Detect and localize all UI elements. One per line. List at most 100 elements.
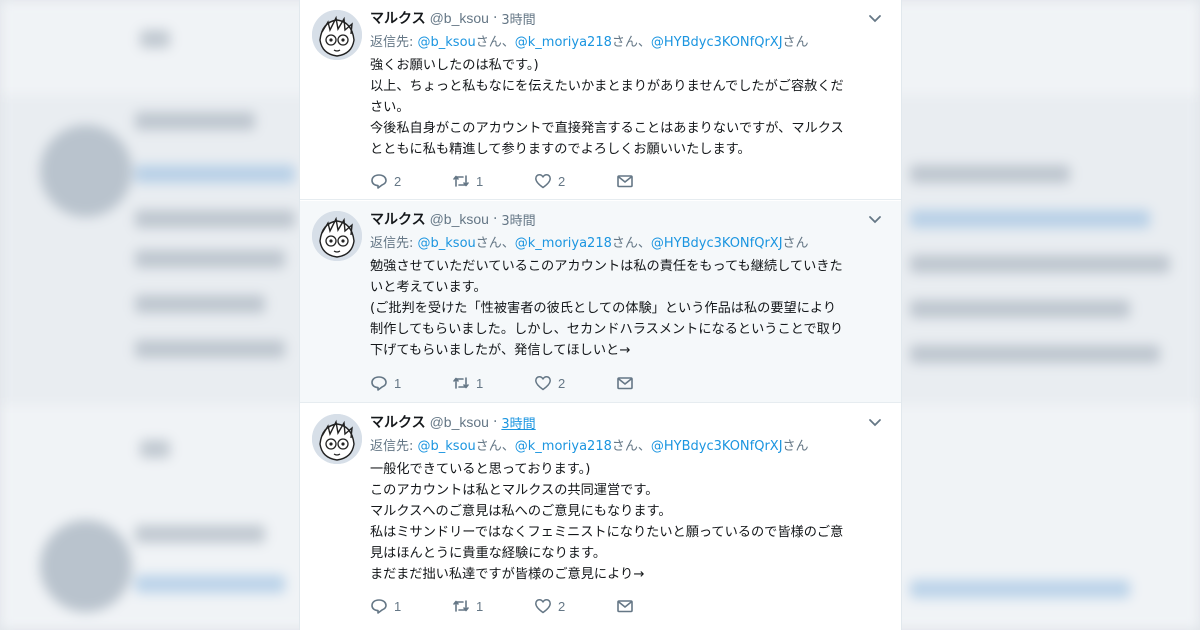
tweet-text: 勉強させていただいているこのアカウントは私の責任をもっても継続していきた いと考… — [370, 256, 887, 361]
tweet-text-line: このアカウントは私とマルクスの共同運営です。 — [370, 483, 659, 498]
avatar[interactable] — [312, 211, 362, 261]
like-count: 2 — [558, 173, 566, 189]
separator: · — [492, 211, 498, 227]
like-button[interactable]: 2 — [534, 597, 616, 615]
reply-button[interactable]: 2 — [370, 172, 452, 190]
tweet-menu-button[interactable] — [867, 414, 887, 430]
reply-button[interactable]: 1 — [370, 597, 452, 615]
direct-message-button[interactable] — [616, 597, 646, 615]
tweet-text-line: 私はミサンドリーではなくフェミニストになりたいと願っているので皆様のご意 — [370, 525, 844, 540]
envelope-icon — [617, 600, 633, 613]
mention-suffix: さん、 — [611, 236, 651, 251]
tweet-text-line: 一般化できていると思っております。) — [370, 462, 591, 477]
mention-link[interactable]: @b_ksou — [418, 439, 476, 454]
chevron-down-icon — [869, 216, 881, 224]
tweet-text-line: 強くお願いしたのは私です。) — [370, 58, 539, 73]
reply-icon — [371, 376, 387, 391]
tweet-menu-button[interactable] — [867, 10, 887, 26]
mention-link[interactable]: @HYBdyc3KONfQrXJ — [651, 236, 783, 251]
reply-icon — [371, 599, 387, 614]
retweet-button[interactable]: 1 — [452, 374, 534, 392]
heart-icon — [535, 376, 551, 391]
tweet[interactable]: マルクス @b_ksou · 3時間 返信先: @b_ksouさん、@k_mor… — [300, 0, 901, 200]
like-button[interactable]: 2 — [534, 172, 616, 190]
reply-button[interactable]: 1 — [370, 374, 452, 392]
avatar-illustration-icon — [312, 10, 362, 60]
tweet-text-line: さい。 — [370, 100, 410, 115]
like-count: 2 — [558, 375, 566, 391]
mention-link[interactable]: @HYBdyc3KONfQrXJ — [651, 439, 783, 454]
timestamp[interactable]: 3時間 — [501, 9, 535, 28]
display-name[interactable]: マルクス — [370, 209, 426, 229]
user-handle[interactable]: @b_ksou — [430, 414, 489, 430]
display-name[interactable]: マルクス — [370, 412, 426, 432]
mention-link[interactable]: @k_moriya218 — [515, 35, 612, 50]
mention-suffix: さん、 — [475, 35, 515, 50]
separator: · — [492, 414, 498, 430]
separator: · — [492, 10, 498, 26]
reply-context: 返信先: @b_ksouさん、@k_moriya218さん、@HYBdyc3KO… — [370, 31, 887, 51]
reply-context: 返信先: @b_ksouさん、@k_moriya218さん、@HYBdyc3KO… — [370, 232, 887, 252]
tweet-text-line: いと考えています。 — [370, 280, 487, 295]
tweet-text-line: マルクスへのご意見は私へのご意見にもなります。 — [370, 504, 672, 519]
reply-context: 返信先: @b_ksouさん、@k_moriya218さん、@HYBdyc3KO… — [370, 435, 887, 455]
timestamp[interactable]: 3時間 — [501, 413, 535, 432]
tweet-actions: 1 1 2 — [370, 595, 646, 617]
mention-link[interactable]: @b_ksou — [418, 35, 476, 50]
like-button[interactable]: 2 — [534, 374, 616, 392]
chevron-down-icon — [869, 419, 881, 427]
like-count: 2 — [558, 598, 566, 614]
direct-message-button[interactable] — [616, 172, 646, 190]
tweet-text-line: 今後私自身がこのアカウントで直接発言することはあまりないですが、マルクス — [370, 121, 844, 136]
mention-suffix: さん、 — [475, 439, 515, 454]
tweet[interactable]: マルクス @b_ksou · 3時間 返信先: @b_ksouさん、@k_mor… — [300, 404, 901, 630]
mention-suffix: さん、 — [611, 35, 651, 50]
tweet-menu-button[interactable] — [867, 211, 887, 227]
user-handle[interactable]: @b_ksou — [430, 211, 489, 227]
retweet-button[interactable]: 1 — [452, 172, 534, 190]
reply-count: 1 — [394, 598, 402, 614]
retweet-count: 1 — [476, 598, 484, 614]
mention-suffix: さん — [782, 35, 809, 50]
timeline: マルクス @b_ksou · 3時間 返信先: @b_ksouさん、@k_mor… — [299, 0, 902, 630]
tweet-actions: 1 1 2 — [370, 372, 646, 394]
tweet-text-line: まだまだ拙い私達ですが皆様のご意見により→ — [370, 567, 645, 582]
direct-message-button[interactable] — [616, 374, 646, 392]
avatar-illustration-icon — [312, 211, 362, 261]
avatar[interactable] — [312, 10, 362, 60]
mention-link[interactable]: @k_moriya218 — [515, 236, 612, 251]
tweet-text-line: 勉強させていただいているこのアカウントは私の責任をもっても継続していきた — [370, 259, 843, 274]
tweet-text-line: (ご批判を受けた「性被害者の彼氏としての体験」という作品は私の要望により — [370, 301, 837, 316]
mention-link[interactable]: @HYBdyc3KONfQrXJ — [651, 35, 783, 50]
tweet-actions: 2 1 2 — [370, 170, 646, 192]
mention-suffix: さん、 — [475, 236, 515, 251]
reply-count: 2 — [394, 173, 402, 189]
mention-link[interactable]: @b_ksou — [418, 236, 476, 251]
retweet-count: 1 — [476, 173, 484, 189]
tweet-text-line: 見はほんとうに貴重な経験になります。 — [370, 546, 607, 561]
avatar-illustration-icon — [312, 414, 362, 464]
display-name[interactable]: マルクス — [370, 8, 426, 28]
tweet-text: 一般化できていると思っております。) このアカウントは私とマルクスの共同運営です… — [370, 459, 887, 585]
timestamp[interactable]: 3時間 — [501, 210, 535, 229]
reply-icon — [371, 174, 387, 189]
retweet-count: 1 — [476, 375, 484, 391]
envelope-icon — [617, 377, 633, 390]
reply-label: 返信先: — [370, 35, 418, 50]
envelope-icon — [617, 175, 633, 188]
mention-suffix: さん — [782, 236, 809, 251]
tweet-text-line: 以上、ちょっと私もなにを伝えたいかまとまりがありませんでしたがご容赦くだ — [370, 79, 844, 94]
tweet-text-line: とともに私も精進して参りますのでよろしくお願いいたします。 — [370, 142, 751, 157]
retweet-icon — [453, 377, 469, 389]
avatar[interactable] — [312, 414, 362, 464]
user-handle[interactable]: @b_ksou — [430, 10, 489, 26]
reply-label: 返信先: — [370, 439, 418, 454]
retweet-button[interactable]: 1 — [452, 597, 534, 615]
tweet-text-line: 制作してもらいました。しかし、セカンドハラスメントになるということで取り — [370, 322, 844, 337]
mention-link[interactable]: @k_moriya218 — [515, 439, 612, 454]
tweet[interactable]: マルクス @b_ksou · 3時間 返信先: @b_ksouさん、@k_mor… — [300, 201, 901, 403]
mention-suffix: さん — [782, 439, 809, 454]
reply-label: 返信先: — [370, 236, 418, 251]
tweet-text: 強くお願いしたのは私です。) 以上、ちょっと私もなにを伝えたいかまとまりがありま… — [370, 55, 887, 160]
mention-suffix: さん、 — [611, 439, 651, 454]
